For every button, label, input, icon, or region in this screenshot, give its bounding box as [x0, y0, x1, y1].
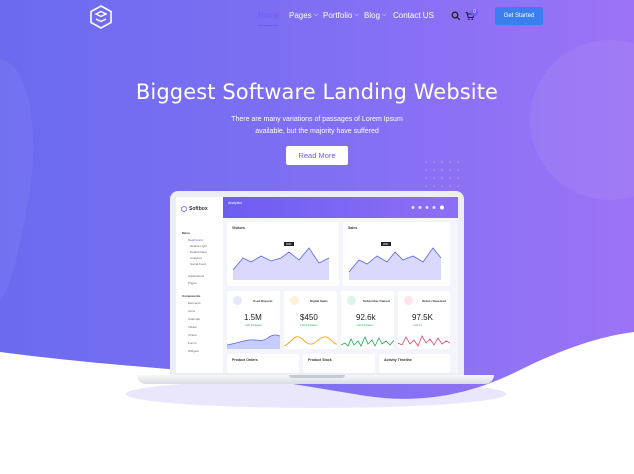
sales-card: Sales 2841 — [343, 222, 450, 286]
card-title: Sales — [348, 226, 358, 230]
sidebar-item[interactable]: Elements — [188, 301, 201, 305]
stat-label: Used Reports — [253, 299, 273, 303]
sidebar-item[interactable]: Tables — [188, 325, 197, 329]
sparkline — [398, 335, 450, 347]
hero-subtitle: There are many variations of passages of… — [231, 116, 403, 135]
sidebar-item-dashboard[interactable]: Dashboard — [188, 238, 203, 242]
stat-card: Orders Received 97.5K +1% Inc — [398, 291, 450, 349]
sparkline — [227, 334, 280, 349]
stat-label: Orders Received — [422, 299, 446, 303]
stat-value: 92.6k — [356, 313, 376, 322]
dashboard-sidebar: Softbox Menu Dashboard Default Light Def… — [176, 197, 223, 373]
dashboard-brand: Softbox — [189, 206, 208, 212]
stat-card: Subscriber Gained 92.6k +3% Increased — [341, 291, 394, 349]
visitors-line-chart — [232, 247, 330, 280]
header-toolbar-icons[interactable] — [411, 205, 455, 210]
visitors-card: Visitors 2842 — [227, 222, 339, 286]
chevron-down-icon: ⌵ — [354, 12, 359, 18]
chevron-down-icon: ⌵ — [313, 12, 319, 18]
sidebar-item[interactable]: Social Feed — [190, 262, 206, 266]
chart-tooltip: 2841 — [381, 242, 391, 246]
stat-value: 1.5M — [244, 313, 262, 322]
chart-tooltip: 2842 — [284, 242, 294, 246]
sales-icon — [290, 296, 299, 305]
sidebar-item[interactable]: Charts — [188, 333, 197, 337]
card-title: Product Orders — [232, 358, 258, 362]
stat-label: Digital Sales — [310, 299, 328, 303]
stat-change: +1% Inc — [413, 324, 423, 327]
sidebar-section-menu: Menu — [182, 231, 190, 235]
sidebar-item[interactable]: Analytics — [190, 256, 202, 260]
brand-logo-icon[interactable] — [88, 4, 114, 30]
read-more-button[interactable]: Read More — [286, 146, 348, 165]
stat-change: +5% Increased — [245, 324, 262, 327]
stat-change: +5% Increased — [300, 324, 317, 327]
hero-title: Biggest Software Landing Website — [135, 80, 499, 104]
search-icon[interactable] — [451, 11, 461, 21]
dashboard-preview: Softbox Menu Dashboard Default Light Def… — [176, 197, 458, 373]
stat-card: Digital Sales $450 +5% Increased — [284, 291, 337, 349]
nav-item-label: Portfolio — [323, 11, 353, 20]
brand-logo-icon — [181, 206, 187, 212]
laptop-notch — [289, 375, 345, 378]
nav-item-label: Contact US — [393, 11, 434, 20]
stat-value: $450 — [300, 313, 318, 322]
sparkline — [341, 336, 394, 347]
orders-icon — [404, 296, 413, 305]
nav-item-blog[interactable]: Blog ⌵ — [364, 11, 387, 20]
subscribers-icon — [347, 296, 356, 305]
sidebar-item[interactable]: Calendar — [188, 317, 200, 321]
sidebar-item[interactable]: Default Light — [190, 244, 207, 248]
sales-line-chart — [348, 247, 442, 280]
top-navbar: Home Pages ⌵ Portfolio ⌵ Blog ⌵ Contact … — [0, 0, 634, 32]
nav-item-contact[interactable]: Contact US — [393, 11, 434, 20]
get-started-button[interactable]: Get Started — [495, 7, 543, 25]
product-orders-card: Product Orders — [227, 354, 299, 373]
nav-item-label: Pages — [289, 11, 312, 20]
card-title: Activity Timeline — [384, 358, 412, 362]
active-underline — [258, 25, 278, 26]
sidebar-item[interactable]: Icons — [188, 309, 195, 313]
chevron-down-icon: ⌵ — [382, 12, 387, 18]
stat-value: 97.5K — [412, 313, 433, 322]
product-stock-card: Product Stock — [303, 354, 375, 373]
sidebar-item[interactable]: Widgets — [188, 349, 199, 353]
card-title: Visitors — [232, 226, 245, 230]
nav-item-pages[interactable]: Pages ⌵ — [289, 11, 318, 20]
sidebar-section-components: Components — [182, 294, 201, 298]
nav-item-portfolio[interactable]: Portfolio ⌵ — [323, 11, 359, 20]
stat-change: +3% Increased — [356, 324, 373, 327]
reports-icon — [233, 296, 242, 305]
sidebar-item[interactable]: Applications — [188, 274, 204, 278]
sidebar-item[interactable]: Pages — [188, 281, 197, 285]
sidebar-item[interactable]: Default Dark — [190, 250, 207, 254]
cart-count-badge: 0 — [471, 9, 478, 16]
sidebar-item[interactable]: Forms — [188, 341, 197, 345]
stat-label: Subscriber Gained — [363, 299, 390, 303]
stat-card: Used Reports 1.5M +5% Increased — [227, 291, 280, 349]
dashboard-header-title: Analytics — [228, 201, 243, 205]
nav-item-label: Blog — [364, 11, 381, 20]
nav-item-label: Home — [258, 11, 280, 20]
dashboard-header: Analytics — [223, 197, 458, 218]
activity-timeline-card: Activity Timeline — [379, 354, 450, 373]
nav-item-home[interactable]: Home — [258, 11, 279, 20]
card-title: Product Stock — [308, 358, 332, 362]
sparkline — [284, 336, 337, 347]
